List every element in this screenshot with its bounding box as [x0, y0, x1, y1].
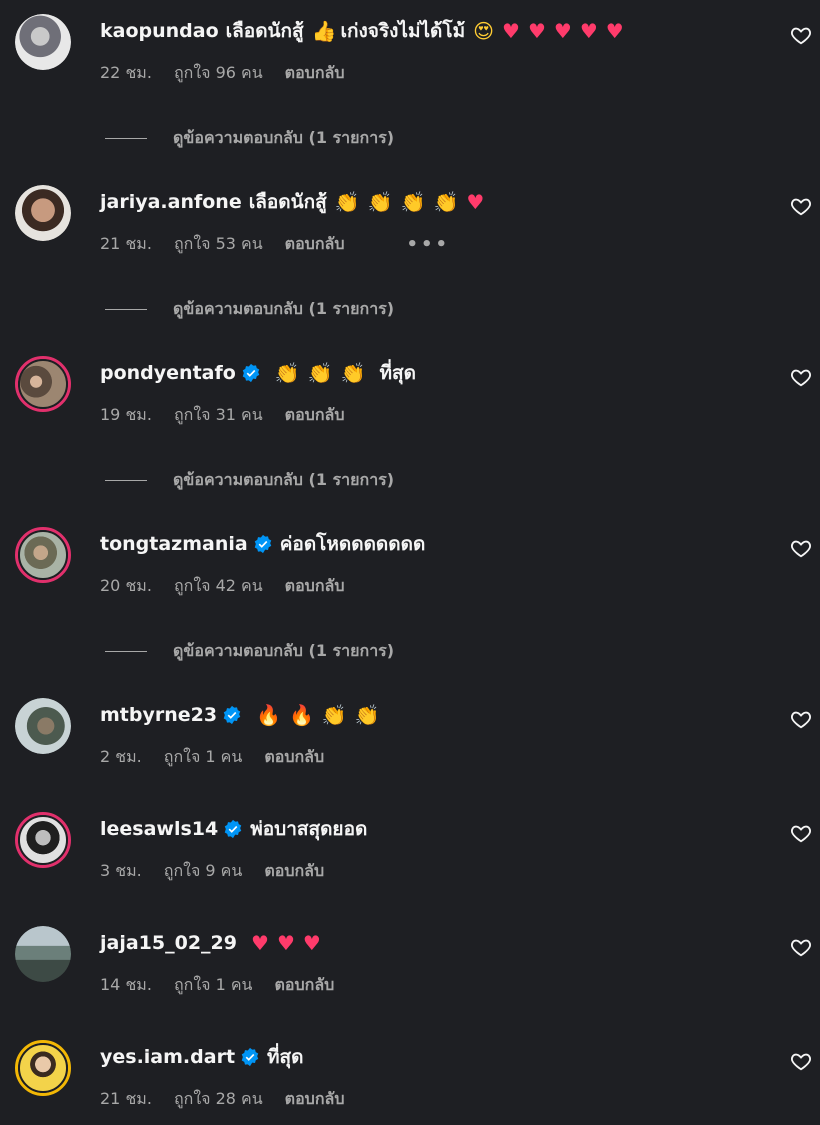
heart-emoji-icon: ♥	[276, 931, 295, 955]
heart-emoji-icon: ♥	[466, 190, 485, 214]
avatar[interactable]	[15, 1040, 71, 1096]
clap-emoji-icon: 👏	[334, 190, 360, 214]
like-count[interactable]: ถูกใจ 96 คน	[174, 61, 263, 86]
heart-outline-icon[interactable]	[790, 708, 812, 730]
clap-emoji-icon: 👏	[274, 361, 300, 385]
avatar[interactable]	[15, 812, 71, 868]
verified-badge-icon	[223, 705, 241, 725]
view-replies-label: ดูข้อความตอบกลับ (1 รายการ)	[173, 469, 395, 489]
avatar[interactable]	[15, 926, 71, 982]
comment-time: 21 ชม.	[100, 233, 152, 253]
username[interactable]: jaja15_02_29	[100, 932, 237, 954]
heart-outline-icon[interactable]	[790, 822, 812, 844]
reply-button[interactable]: ตอบกลับ	[264, 745, 324, 770]
heart-outline-icon[interactable]	[790, 1050, 812, 1072]
comment-text: เลือดนักสู้	[248, 191, 327, 213]
like-count[interactable]: ถูกใจ 42 คน	[174, 574, 263, 599]
verified-badge-icon	[254, 534, 271, 554]
comment-time: 14 ชม.	[100, 974, 152, 994]
avatar[interactable]	[15, 698, 71, 754]
username[interactable]: mtbyrne23	[100, 704, 217, 726]
clap-emoji-icon: 👏	[354, 703, 380, 727]
comment-text: ที่สุด	[379, 362, 416, 384]
like-count[interactable]: ถูกใจ 1 คน	[174, 973, 253, 998]
like-count[interactable]: ถูกใจ 31 คน	[174, 403, 263, 428]
comment-time: 21 ชม.	[100, 1088, 152, 1108]
avatar[interactable]	[15, 356, 71, 412]
fire-emoji-icon: 🔥	[256, 703, 281, 727]
comment-time: 19 ชม.	[100, 404, 152, 424]
heart-outline-icon[interactable]	[790, 195, 812, 217]
comment-text: เลือดนักสู้	[225, 20, 304, 42]
reply-button[interactable]: ตอบกลับ	[285, 403, 345, 428]
heart-emoji-icon: ♥	[579, 19, 598, 43]
star-eyes-emoji-icon: 😍	[473, 19, 494, 43]
clap-emoji-icon: 👏	[400, 190, 426, 214]
divider	[105, 308, 147, 310]
heart-emoji-icon: ♥	[527, 19, 546, 43]
comment-time: 3 ชม.	[100, 860, 142, 880]
comment-text-continued: เก่งจริงไม่ได้โม้	[340, 20, 466, 42]
like-count[interactable]: ถูกใจ 1 คน	[164, 745, 243, 770]
like-count[interactable]: ถูกใจ 28 คน	[174, 1087, 263, 1112]
view-replies-label: ดูข้อความตอบกลับ (1 รายการ)	[173, 298, 395, 318]
like-count[interactable]: ถูกใจ 9 คน	[164, 859, 243, 884]
avatar[interactable]	[15, 185, 71, 241]
view-replies-button[interactable]: ดูข้อความตอบกลับ (1 รายการ)	[105, 297, 394, 321]
clap-emoji-icon: 👏	[307, 361, 333, 385]
divider	[105, 650, 147, 652]
heart-emoji-icon: ♥	[553, 19, 572, 43]
view-replies-button[interactable]: ดูข้อความตอบกลับ (1 รายการ)	[105, 639, 394, 663]
username[interactable]: leesawls14	[100, 818, 218, 840]
view-replies-button[interactable]: ดูข้อความตอบกลับ (1 รายการ)	[105, 468, 394, 492]
reply-button[interactable]: ตอบกลับ	[285, 1087, 345, 1112]
verified-badge-icon	[242, 363, 260, 383]
view-replies-label: ดูข้อความตอบกลับ (1 รายการ)	[173, 127, 395, 147]
avatar[interactable]	[15, 14, 71, 70]
thumbs-up-icon: 👍	[311, 19, 337, 43]
comment-text: ค่อดโหดดดดดดด	[279, 533, 426, 555]
avatar[interactable]	[15, 527, 71, 583]
verified-badge-icon	[241, 1047, 259, 1067]
comment-time: 22 ชม.	[100, 62, 152, 82]
heart-emoji-icon: ♥	[605, 19, 624, 43]
clap-emoji-icon: 👏	[433, 190, 459, 214]
verified-badge-icon	[224, 819, 242, 839]
comment-text: ที่สุด	[267, 1046, 304, 1068]
clap-emoji-icon: 👏	[340, 361, 366, 385]
divider	[105, 137, 147, 139]
username[interactable]: tongtazmania	[100, 533, 248, 555]
username[interactable]: jariya.anfone	[100, 191, 242, 213]
clap-emoji-icon: 👏	[367, 190, 393, 214]
reply-button[interactable]: ตอบกลับ	[285, 61, 345, 86]
heart-outline-icon[interactable]	[790, 24, 812, 46]
comment-text: พ่อบาสสุดยอด	[250, 818, 368, 840]
username[interactable]: kaopundao	[100, 20, 219, 42]
reply-button[interactable]: ตอบกลับ	[285, 574, 345, 599]
fire-emoji-icon: 🔥	[289, 703, 314, 727]
view-replies-button[interactable]: ดูข้อความตอบกลับ (1 รายการ)	[105, 126, 394, 150]
view-replies-label: ดูข้อความตอบกลับ (1 รายการ)	[173, 640, 395, 660]
reply-button[interactable]: ตอบกลับ	[275, 973, 335, 998]
reply-button[interactable]: ตอบกลับ	[285, 232, 345, 257]
heart-emoji-icon: ♥	[251, 931, 269, 955]
reply-button[interactable]: ตอบกลับ	[264, 859, 324, 884]
clap-emoji-icon: 👏	[321, 703, 347, 727]
heart-emoji-icon: ♥	[502, 19, 520, 43]
comment-time: 2 ชม.	[100, 746, 142, 766]
comment-time: 20 ชม.	[100, 575, 152, 595]
more-options-icon[interactable]: •••	[406, 234, 450, 255]
heart-outline-icon[interactable]	[790, 936, 812, 958]
username[interactable]: pondyentafo	[100, 362, 236, 384]
username[interactable]: yes.iam.dart	[100, 1046, 235, 1068]
like-count[interactable]: ถูกใจ 53 คน	[174, 232, 263, 257]
heart-outline-icon[interactable]	[790, 537, 812, 559]
divider	[105, 479, 147, 481]
heart-emoji-icon: ♥	[302, 931, 321, 955]
heart-outline-icon[interactable]	[790, 366, 812, 388]
